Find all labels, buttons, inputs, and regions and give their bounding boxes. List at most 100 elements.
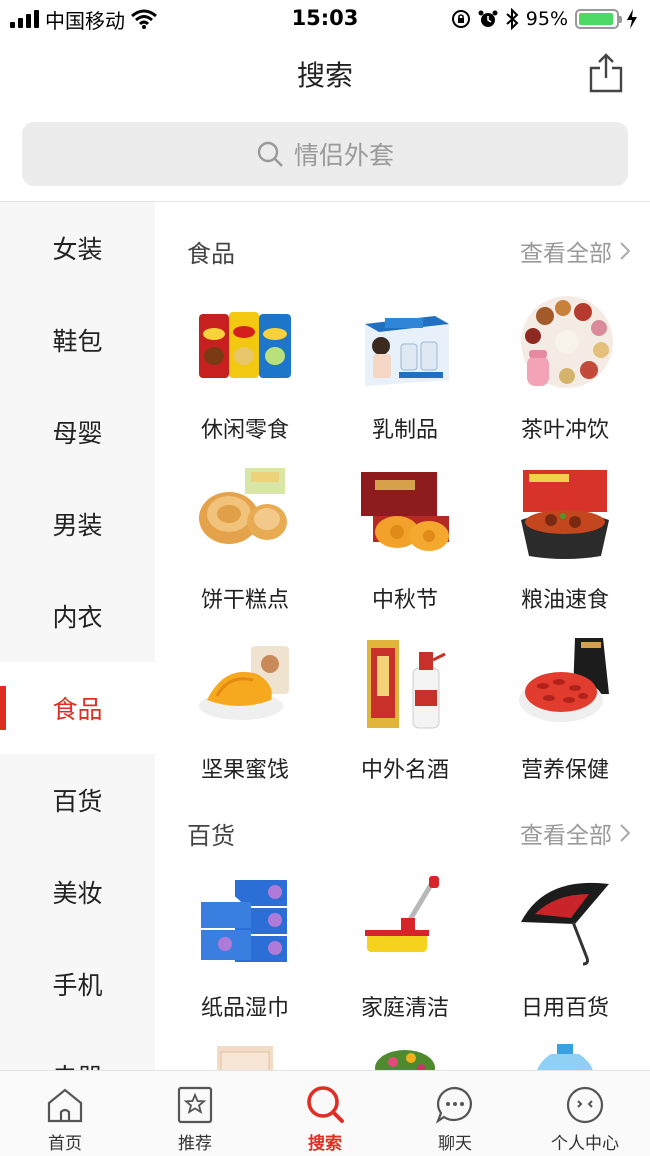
sidebar-item-label: 百货 <box>52 787 103 816</box>
subcategory-label: 乳制品 <box>371 418 438 443</box>
view-all-label: 查看全部 <box>520 241 612 267</box>
subcategory-item[interactable]: 乳制品 <box>325 288 485 458</box>
sidebar-item-label: 食品 <box>52 695 103 724</box>
subcategory-label: 纸品湿巾 <box>200 996 289 1021</box>
subcategory-grid-food: 休闲零食 乳制品 茶叶冲饮 饼干糕点 中秋节 粮油速食 坚果蜜饯 中外名酒 营养… <box>165 288 645 798</box>
star-bookmark-icon <box>177 1086 213 1124</box>
subcategory-item[interactable]: 休闲零食 <box>165 288 325 458</box>
section-header-general-goods: 百货 查看全部 <box>155 806 650 856</box>
subcategory-item[interactable]: 家庭清洁 <box>325 866 485 1036</box>
subcategory-label: 坚果蜜饯 <box>200 758 289 783</box>
status-bar: 中国移动 15:03 95% <box>0 0 650 40</box>
category-sidebar: 女装 鞋包 母婴 男装 内衣 食品 百货 美妆 手机 电器 <box>0 202 155 1070</box>
tab-chat[interactable]: 聊天 <box>390 1071 520 1156</box>
subcategory-item[interactable]: 中秋节 <box>325 458 485 628</box>
sidebar-item-shoes-bags[interactable]: 鞋包 <box>0 294 155 386</box>
tab-bar: 首页 推荐 搜索 聊天 个人中心 <box>0 1070 650 1156</box>
subcategory-item[interactable]: 饼干糕点 <box>165 458 325 628</box>
chevron-right-icon <box>620 824 630 842</box>
subcategory-label: 营养保健 <box>520 758 609 783</box>
chat-bubble-icon <box>435 1086 472 1124</box>
bluetooth-icon <box>506 8 519 30</box>
subcategory-item[interactable]: 坚果蜜饯 <box>165 628 325 798</box>
tab-label: 搜索 <box>308 1134 342 1154</box>
subcategory-item[interactable]: 粮油速食 <box>485 458 645 628</box>
liquor-bottle-icon <box>355 634 455 734</box>
tab-label: 首页 <box>48 1134 82 1154</box>
sidebar-item-baby[interactable]: 母婴 <box>0 386 155 478</box>
battery-percent: 95% <box>525 8 568 30</box>
sidebar-item-label: 母婴 <box>52 419 103 448</box>
tab-recommend[interactable]: 推荐 <box>130 1071 260 1156</box>
tab-search[interactable]: 搜索 <box>260 1071 390 1156</box>
sidebar-item-men[interactable]: 男装 <box>0 478 155 570</box>
sidebar-item-food[interactable]: 食品 <box>0 662 155 754</box>
charging-icon <box>627 9 637 29</box>
subcategory-label: 饼干糕点 <box>200 588 289 613</box>
subcategory-item[interactable]: 中外名酒 <box>325 628 485 798</box>
search-input[interactable]: 情侣外套 <box>22 122 628 186</box>
alarm-icon <box>478 10 498 27</box>
section-header-food: 食品 查看全部 <box>155 224 650 274</box>
sidebar-item-general-goods[interactable]: 百货 <box>0 754 155 846</box>
water-bottle-icon <box>515 1042 615 1070</box>
share-icon[interactable] <box>588 52 624 94</box>
category-content: 食品 查看全部 休闲零食 乳制品 茶叶冲饮 饼干糕点 中秋节 粮油速食 坚果蜜饯… <box>155 202 650 1070</box>
subcategory-label: 中外名酒 <box>360 758 449 783</box>
tab-label: 聊天 <box>438 1134 472 1154</box>
subcategory-item[interactable] <box>165 1036 325 1070</box>
chips-bags-icon <box>195 294 295 394</box>
subcategory-item[interactable]: 营养保健 <box>485 628 645 798</box>
section-title: 食品 <box>187 240 235 268</box>
dried-mango-icon <box>195 634 295 734</box>
search-placeholder: 情侣外套 <box>293 141 394 170</box>
subcategory-item[interactable] <box>325 1036 485 1070</box>
sidebar-item-label: 电器 <box>52 1058 102 1070</box>
sidebar-item-phones[interactable]: 手机 <box>0 938 155 1030</box>
mop-icon <box>355 872 455 972</box>
tab-profile[interactable]: 个人中心 <box>520 1071 650 1156</box>
rotation-lock-icon <box>451 10 470 28</box>
sidebar-item-label: 男装 <box>52 511 103 540</box>
subcategory-label: 日用百货 <box>520 996 609 1021</box>
sidebar-item-label: 女装 <box>52 235 103 264</box>
subcategory-label: 中秋节 <box>371 588 438 613</box>
sidebar-item-underwear[interactable]: 内衣 <box>0 570 155 662</box>
tab-label: 推荐 <box>178 1134 212 1154</box>
tea-assortment-icon <box>515 294 615 394</box>
search-icon <box>307 1086 344 1123</box>
plant-pot-icon <box>355 1042 455 1070</box>
tab-label: 个人中心 <box>551 1134 619 1154</box>
pastry-bread-icon <box>195 464 295 564</box>
sidebar-item-appliances[interactable]: 电器 <box>0 1030 155 1070</box>
subcategory-item[interactable]: 日用百货 <box>485 866 645 1036</box>
sidebar-item-label: 美妆 <box>52 879 103 908</box>
subcategory-label: 休闲零食 <box>200 418 289 443</box>
sidebar-item-label: 手机 <box>52 971 103 1000</box>
subcategory-label: 茶叶冲饮 <box>520 418 609 443</box>
milk-box-icon <box>355 294 455 394</box>
status-right: 95% <box>451 6 638 32</box>
search-icon <box>257 141 283 167</box>
view-all-label: 查看全部 <box>520 823 612 849</box>
view-all-link[interactable]: 查看全部 <box>520 234 630 268</box>
goji-berries-icon <box>515 634 615 734</box>
chevron-right-icon <box>620 242 630 260</box>
subcategory-item[interactable] <box>485 1036 645 1070</box>
mooncake-box-icon <box>355 464 455 564</box>
tab-home[interactable]: 首页 <box>0 1071 130 1156</box>
sidebar-item-beauty[interactable]: 美妆 <box>0 846 155 938</box>
battery-fill <box>579 13 614 25</box>
section-title: 百货 <box>187 822 235 850</box>
storage-drawer-icon <box>195 1042 295 1070</box>
subcategory-item[interactable]: 茶叶冲饮 <box>485 288 645 458</box>
home-icon <box>47 1088 83 1123</box>
profile-face-icon <box>566 1086 604 1124</box>
subcategory-item[interactable]: 纸品湿巾 <box>165 866 325 1036</box>
sidebar-item-label: 内衣 <box>52 603 103 632</box>
view-all-link[interactable]: 查看全部 <box>520 816 630 850</box>
sidebar-item-label: 鞋包 <box>52 327 103 356</box>
instant-noodles-icon <box>515 464 615 564</box>
page-title: 搜索 <box>296 59 353 92</box>
sidebar-item-women[interactable]: 女装 <box>0 202 155 294</box>
